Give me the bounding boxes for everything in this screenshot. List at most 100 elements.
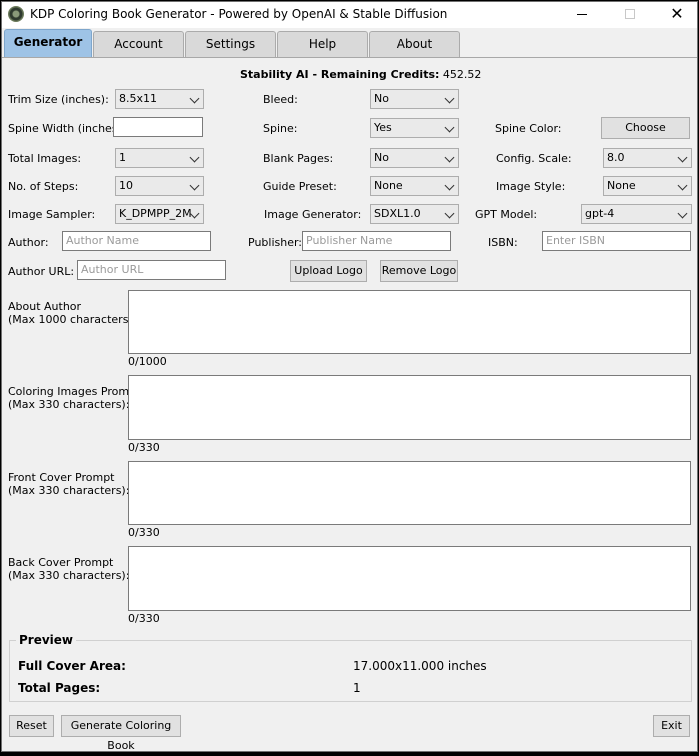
coloring-prompt-limit-label: (Max 330 characters):: [8, 398, 130, 411]
image-sampler-label: Image Sampler:: [8, 208, 96, 221]
trim-size-value: 8.5x11: [119, 92, 158, 105]
total-pages-value: 1: [353, 681, 361, 695]
maximize-button[interactable]: [607, 2, 653, 28]
chevron-down-icon: [444, 152, 455, 163]
blank-pages-label: Blank Pages:: [263, 152, 334, 165]
config-scale-value: 8.0: [607, 151, 625, 164]
front-cover-limit-label: (Max 330 characters):: [8, 484, 130, 497]
gpt-model-value: gpt-4: [585, 207, 615, 220]
image-generator-label: Image Generator:: [264, 208, 362, 221]
about-author-limit-label: (Max 1000 characters):: [8, 313, 137, 326]
spine-select[interactable]: Yes: [370, 118, 459, 138]
minimize-button[interactable]: [559, 2, 605, 28]
blank-pages-value: No: [374, 151, 389, 164]
remove-logo-button[interactable]: Remove Logo: [380, 260, 458, 282]
title-bar: KDP Coloring Book Generator - Powered by…: [2, 2, 697, 28]
upload-logo-button[interactable]: Upload Logo: [290, 260, 367, 282]
preview-title: Preview: [16, 633, 77, 647]
tab-generator[interactable]: Generator: [4, 29, 92, 57]
trim-size-label: Trim Size (inches):: [8, 93, 109, 106]
coloring-prompt-counter: 0/330: [128, 441, 160, 454]
credits-label: Stability AI - Remaining Credits:: [240, 68, 440, 81]
steps-select[interactable]: 10: [115, 176, 204, 196]
chevron-down-icon: [677, 208, 688, 219]
spine-width-label: Spine Width (inches):: [8, 122, 126, 135]
tab-about[interactable]: About: [369, 31, 460, 57]
config-scale-select[interactable]: 8.0: [603, 148, 692, 168]
total-images-label: Total Images:: [8, 152, 82, 165]
chevron-down-icon: [444, 208, 455, 219]
image-generator-select[interactable]: SDXL1.0: [370, 204, 459, 224]
chevron-down-icon: [444, 122, 455, 133]
author-url-input[interactable]: Author URL: [77, 260, 226, 280]
total-images-value: 1: [119, 151, 126, 164]
blank-pages-select[interactable]: No: [370, 148, 459, 168]
about-author-label: About Author: [8, 300, 82, 313]
back-cover-prompt-textarea[interactable]: [128, 546, 691, 611]
back-cover-prompt-label: Back Cover Prompt: [8, 556, 114, 569]
spine-width-input[interactable]: [113, 117, 203, 137]
image-style-select[interactable]: None: [603, 176, 692, 196]
total-images-select[interactable]: 1: [115, 148, 204, 168]
full-cover-label: Full Cover Area:: [18, 659, 126, 673]
image-generator-value: SDXL1.0: [374, 207, 421, 220]
author-label: Author:: [8, 236, 49, 249]
image-sampler-value: K_DPMPP_2M: [119, 207, 192, 220]
coloring-prompt-textarea[interactable]: [128, 375, 691, 440]
publisher-label: Publisher:: [248, 236, 303, 249]
total-pages-label: Total Pages:: [18, 681, 101, 695]
guide-preset-select[interactable]: None: [370, 176, 459, 196]
close-button[interactable]: ✕: [654, 2, 699, 28]
choose-color-button[interactable]: Choose: [601, 117, 690, 139]
chevron-down-icon: [189, 93, 200, 104]
image-sampler-select[interactable]: K_DPMPP_2M: [115, 204, 204, 224]
tab-account[interactable]: Account: [93, 31, 184, 57]
front-cover-prompt-label: Front Cover Prompt: [8, 471, 115, 484]
window-title: KDP Coloring Book Generator - Powered by…: [30, 7, 448, 21]
front-cover-prompt-textarea[interactable]: [128, 461, 691, 525]
config-scale-label: Config. Scale:: [496, 152, 572, 165]
tab-bar: Generator Account Settings Help About: [2, 29, 697, 58]
gpt-model-select[interactable]: gpt-4: [581, 204, 692, 224]
chevron-down-icon: [189, 180, 200, 191]
chevron-down-icon: [444, 180, 455, 191]
coloring-prompt-label: Coloring Images Prompt: [8, 385, 141, 398]
guide-preset-value: None: [374, 179, 403, 192]
full-cover-value: 17.000x11.000 inches: [353, 659, 487, 673]
generate-coloring-book-button[interactable]: Generate Coloring Book: [61, 715, 181, 752]
reset-button[interactable]: Reset: [9, 715, 54, 737]
spine-color-label: Spine Color:: [495, 122, 562, 135]
credits-display: Stability AI - Remaining Credits: 452.52: [240, 68, 481, 81]
tab-settings[interactable]: Settings: [185, 31, 276, 57]
back-cover-counter: 0/330: [128, 612, 160, 625]
about-author-counter: 0/1000: [128, 355, 167, 368]
gpt-model-label: GPT Model:: [475, 208, 538, 221]
spine-label: Spine:: [263, 122, 298, 135]
publisher-name-input[interactable]: Publisher Name: [302, 231, 451, 251]
app-window: KDP Coloring Book Generator - Powered by…: [1, 1, 698, 752]
back-cover-limit-label: (Max 330 characters):: [8, 569, 130, 582]
image-style-label: Image Style:: [496, 180, 566, 193]
author-name-input[interactable]: Author Name: [62, 231, 211, 251]
guide-preset-label: Guide Preset:: [263, 180, 337, 193]
front-cover-counter: 0/330: [128, 526, 160, 539]
tab-help[interactable]: Help: [277, 31, 368, 57]
chevron-down-icon: [444, 93, 455, 104]
spine-value: Yes: [374, 121, 392, 134]
close-icon: ✕: [670, 4, 684, 23]
steps-label: No. of Steps:: [8, 180, 79, 193]
chevron-down-icon: [677, 152, 688, 163]
chevron-down-icon: [189, 152, 200, 163]
isbn-label: ISBN:: [488, 236, 518, 249]
author-url-label: Author URL:: [8, 265, 75, 278]
bleed-select[interactable]: No: [370, 89, 459, 109]
isbn-input[interactable]: Enter ISBN: [542, 231, 691, 251]
exit-button[interactable]: Exit: [653, 715, 690, 737]
bleed-label: Bleed:: [263, 93, 298, 106]
credits-value: 452.52: [442, 68, 482, 81]
about-author-textarea[interactable]: [128, 290, 691, 354]
bleed-value: No: [374, 92, 389, 105]
trim-size-select[interactable]: 8.5x11: [115, 89, 204, 109]
steps-value: 10: [119, 179, 133, 192]
image-style-value: None: [607, 179, 636, 192]
